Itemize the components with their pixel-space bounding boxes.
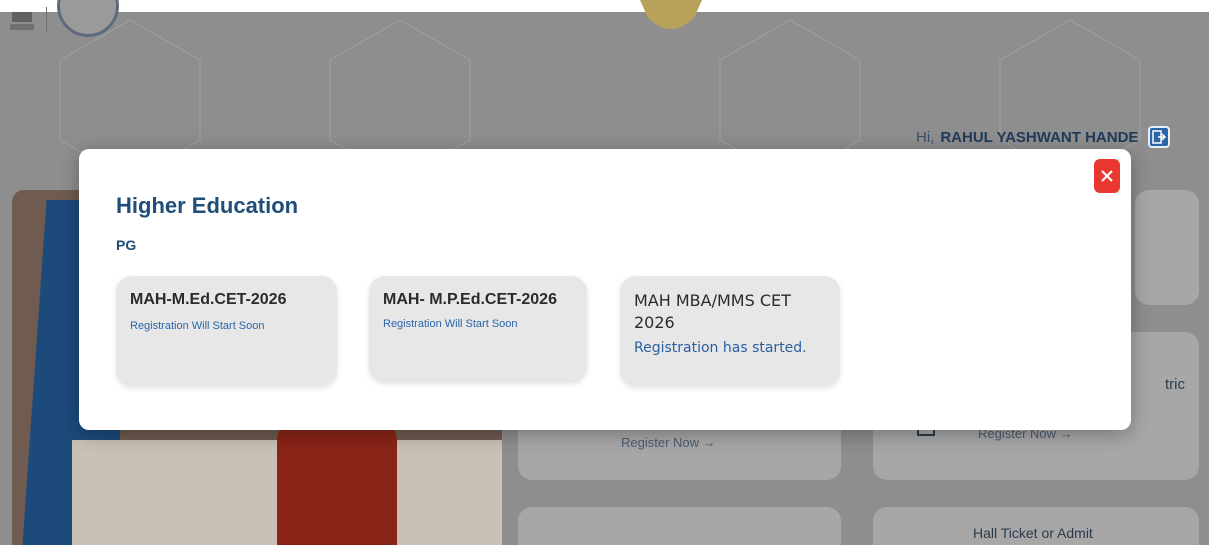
bg-card[interactable]	[1135, 190, 1199, 305]
higher-education-modal: Higher Education PG MAH-M.Ed.CET-2026 Re…	[79, 149, 1131, 430]
logout-button[interactable]	[1148, 126, 1171, 148]
header-logos	[8, 0, 119, 40]
bg-card[interactable]	[518, 507, 841, 545]
close-icon	[1101, 170, 1113, 182]
course-status: Registration Will Start Soon	[130, 320, 265, 332]
bg-card[interactable]: Hall Ticket or Admit	[873, 507, 1199, 545]
user-greeting: Hi, RAHUL YASHWANT HANDE	[916, 126, 1171, 148]
course-card-mped[interactable]: MAH- M.P.Ed.CET-2026 Registration Will S…	[369, 276, 587, 382]
course-card-med[interactable]: MAH-M.Ed.CET-2026 Registration Will Star…	[116, 276, 337, 386]
course-status: Registration has started.	[634, 340, 807, 356]
top-strip	[0, 0, 1209, 12]
logout-icon	[1152, 130, 1167, 144]
hero-person	[277, 420, 397, 545]
seal-icon	[640, 0, 702, 29]
greeting-prefix: Hi,	[916, 128, 935, 146]
course-name: MAH-M.Ed.CET-2026	[130, 291, 287, 308]
emblem-icon	[10, 12, 34, 30]
course-name: MAH MBA/MMS CET 2026	[634, 291, 791, 332]
close-button[interactable]	[1094, 159, 1120, 193]
section-label: PG	[116, 237, 137, 253]
course-status: Registration Will Start Soon	[383, 318, 518, 330]
course-card-mba[interactable]: MAH MBA/MMS CET 2026 Registration has st…	[620, 276, 840, 386]
card-title: Hall Ticket or Admit	[973, 525, 1093, 541]
modal-title: Higher Education	[116, 193, 299, 218]
user-name: RAHUL YASHWANT HANDE	[940, 128, 1139, 146]
logo-separator	[46, 7, 47, 33]
board-logo	[57, 0, 119, 37]
course-name: MAH- M.P.Ed.CET-2026	[383, 291, 557, 308]
card-title-fragment: tric	[1165, 376, 1185, 393]
register-now-link[interactable]: Register Now →	[621, 435, 716, 450]
